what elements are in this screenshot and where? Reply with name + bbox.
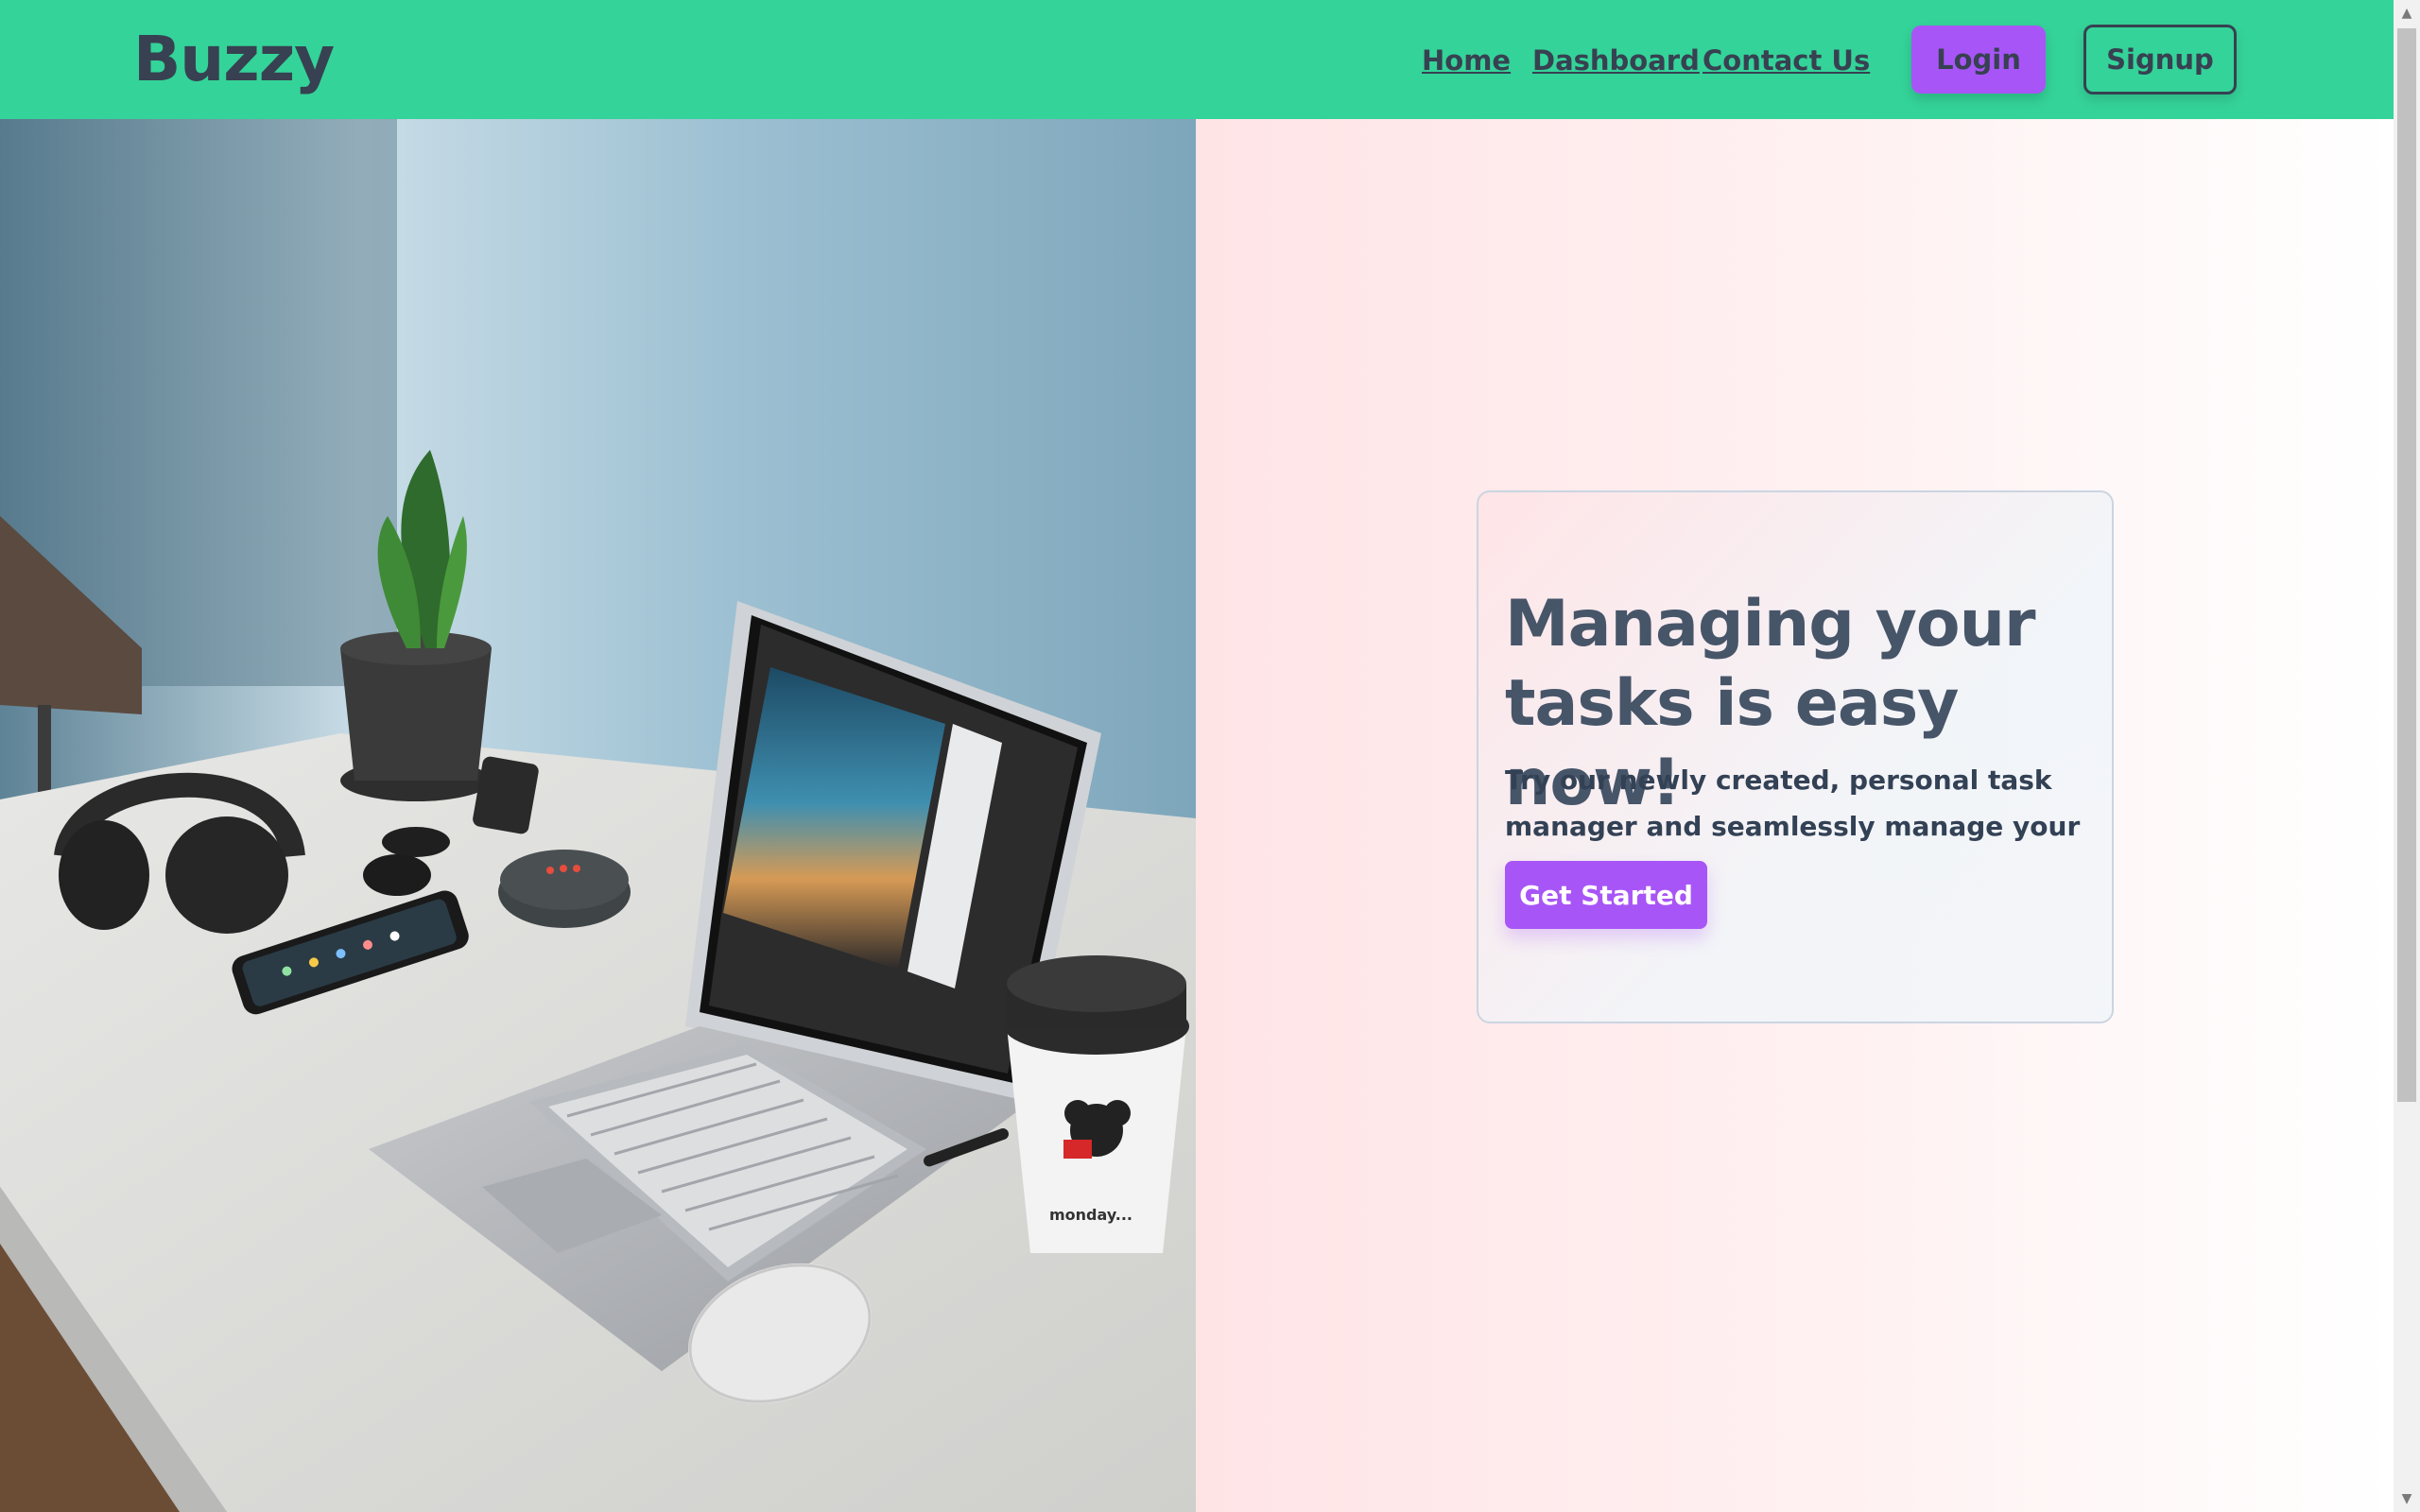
hero-image: monday... xyxy=(0,119,1196,1512)
brand-logo[interactable]: Buzzy xyxy=(133,21,335,98)
scroll-thumb[interactable] xyxy=(2397,28,2416,1102)
scroll-down-icon[interactable]: ▼ xyxy=(2394,1486,2420,1512)
signup-button[interactable]: Signup xyxy=(2083,25,2237,94)
get-started-button[interactable]: Get Started xyxy=(1505,861,1707,929)
login-button[interactable]: Login xyxy=(1911,26,2046,94)
navbar: Buzzy Home Dashboard Contact Us Login Si… xyxy=(0,0,2394,119)
page: Buzzy Home Dashboard Contact Us Login Si… xyxy=(0,0,2394,1512)
hero-content: Managing your tasks is easy now! Try our… xyxy=(1196,119,2394,1512)
hero-card: Managing your tasks is easy now! Try our… xyxy=(1477,490,2114,1023)
svg-text:monday...: monday... xyxy=(1049,1206,1132,1224)
nav-link-contact-us[interactable]: Contact Us xyxy=(1703,42,1870,79)
nav-link-dashboard[interactable]: Dashboard xyxy=(1532,42,1700,79)
nav-link-home[interactable]: Home xyxy=(1422,42,1511,79)
page-scrollbar[interactable]: ▲ ▼ xyxy=(2394,0,2420,1512)
scroll-up-icon[interactable]: ▲ xyxy=(2394,0,2420,26)
